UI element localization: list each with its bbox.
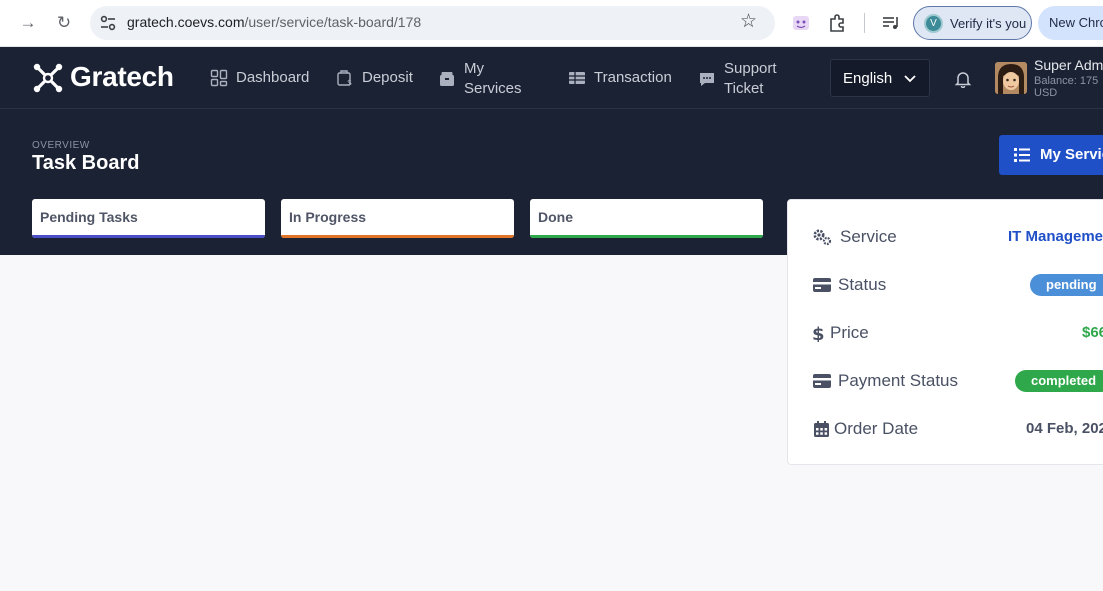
status-badge: pending: [1030, 274, 1103, 296]
nav-transaction[interactable]: Transaction: [568, 68, 678, 88]
detail-row-price: $ Price $66: [788, 318, 1103, 348]
payment-card-icon: [813, 374, 831, 388]
list-icon: [1014, 148, 1030, 162]
column-done-bar: [530, 235, 763, 238]
support-chat-icon: [700, 73, 714, 86]
dollar-icon: $: [812, 324, 825, 342]
new-chrome-button[interactable]: New Chrome: [1038, 6, 1103, 40]
new-chrome-label: New Chrome: [1049, 15, 1103, 30]
user-balance-currency: USD: [1034, 87, 1058, 99]
service-details-card: Service IT Management Status pending $ P…: [787, 199, 1103, 465]
service-label: Service: [840, 227, 897, 246]
gears-icon: [813, 229, 832, 246]
my-services-button-label: My Services: [1040, 146, 1103, 163]
service-value[interactable]: IT Management: [1008, 228, 1103, 245]
chevron-down-icon: [904, 75, 916, 83]
nav-dashboard[interactable]: Dashboard: [210, 68, 320, 88]
app-header: Gratech Dashboard $ Deposit My Services: [0, 47, 1103, 109]
column-pending-tasks-label: Pending Tasks: [40, 209, 138, 225]
user-avatar[interactable]: [995, 62, 1027, 94]
user-balance-amount: Balance: 175: [1034, 75, 1099, 87]
url-path: /user/service/task-board/178: [244, 14, 422, 30]
reload-icon[interactable]: ↻: [52, 11, 76, 35]
svg-text:$: $: [812, 324, 825, 342]
url-text: gratech.coevs.com/user/service/task-boar…: [127, 14, 421, 30]
card-icon: [813, 278, 831, 292]
nav-deposit[interactable]: $ Deposit: [336, 68, 426, 88]
column-done[interactable]: Done: [530, 199, 763, 238]
nav-support-ticket[interactable]: Support Ticket: [698, 59, 798, 99]
price-label: Price: [830, 323, 869, 342]
price-value: $66: [1082, 324, 1103, 341]
order-date-value: 04 Feb, 2025: [1026, 420, 1103, 437]
column-pending-tasks-bar: [32, 235, 265, 238]
column-done-label: Done: [538, 209, 573, 225]
detail-row-service: Service IT Management: [788, 222, 1103, 252]
dashboard-icon: [210, 69, 228, 87]
page-overline: OVERVIEW: [32, 140, 90, 151]
nav-my-services-label: My Services: [464, 60, 522, 97]
extension-icon[interactable]: [790, 12, 812, 34]
order-date-label: Order Date: [834, 419, 919, 438]
media-control-icon[interactable]: [880, 12, 902, 34]
deposit-icon: $: [337, 70, 352, 87]
status-label: Status: [838, 275, 887, 294]
detail-row-order-date: Order Date 04 Feb, 2025: [788, 414, 1103, 444]
url-host: gratech.coevs.com: [127, 14, 245, 30]
avatar-image: [995, 62, 1027, 94]
detail-row-payment-status: Payment Status completed: [788, 366, 1103, 396]
nav-dashboard-label: Dashboard: [236, 69, 310, 86]
my-services-button[interactable]: My Services: [999, 135, 1103, 175]
calendar-icon: [814, 421, 829, 437]
brand-mark-icon: [33, 63, 63, 93]
payment-status-badge: completed: [1015, 370, 1103, 392]
detail-row-status: Status pending: [788, 270, 1103, 300]
profile-avatar-icon: V: [924, 14, 943, 33]
nav-support-ticket-label: Support Ticket: [724, 60, 777, 97]
brand-name: Gratech: [70, 61, 174, 92]
browser-toolbar: → ↻ gratech.coevs.com/user/service/task-…: [0, 0, 1103, 47]
verify-profile-button[interactable]: V Verify it's you: [913, 6, 1032, 40]
nav-transaction-label: Transaction: [594, 69, 672, 86]
column-pending-tasks[interactable]: Pending Tasks: [32, 199, 265, 238]
column-in-progress-label: In Progress: [289, 209, 367, 225]
nav-my-services[interactable]: My Services: [438, 59, 538, 99]
extensions-puzzle-icon[interactable]: [827, 12, 849, 34]
nav-deposit-label: Deposit: [362, 69, 413, 86]
language-value: English: [843, 70, 893, 87]
language-select[interactable]: English: [830, 59, 930, 97]
column-in-progress-bar: [281, 235, 514, 238]
forward-icon[interactable]: →: [16, 11, 40, 35]
toolbar-divider: [864, 13, 865, 33]
column-in-progress[interactable]: In Progress: [281, 199, 514, 238]
svg-text:$: $: [347, 78, 352, 87]
bookmark-star-icon[interactable]: ☆: [740, 10, 757, 33]
user-balance: Balance: 175 USD: [1034, 75, 1098, 99]
payment-status-label: Payment Status: [838, 371, 959, 390]
page-title: Task Board: [32, 152, 140, 174]
services-box-icon: [440, 72, 454, 86]
transaction-icon: [569, 72, 585, 84]
notification-bell-icon[interactable]: [954, 70, 972, 88]
address-bar[interactable]: gratech.coevs.com/user/service/task-boar…: [90, 6, 775, 40]
site-info-icon[interactable]: [98, 13, 118, 33]
verify-label: Verify it's you: [950, 16, 1027, 31]
user-name: Super Admin: [1034, 57, 1103, 73]
